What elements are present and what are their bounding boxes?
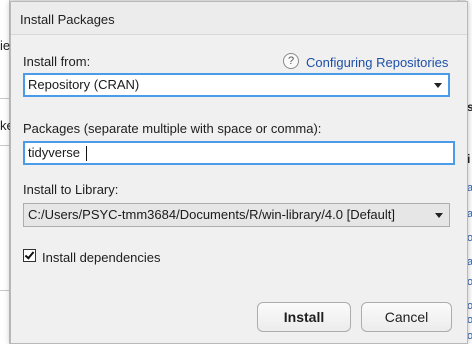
chevron-down-icon <box>434 83 442 88</box>
background-divider <box>0 290 10 291</box>
library-value: C:/Users/PSYC-tmm3684/Documents/R/win-li… <box>28 207 396 222</box>
library-select[interactable]: C:/Users/PSYC-tmm3684/Documents/R/win-li… <box>23 203 450 227</box>
install-from-label: Install from: <box>23 54 91 69</box>
dialog-titlebar[interactable]: Install Packages <box>11 2 467 35</box>
chevron-down-icon <box>435 213 443 218</box>
background-divider <box>0 98 10 99</box>
background-text-fragment: ie <box>0 38 11 53</box>
configuring-repositories-link[interactable]: Configuring Repositories <box>306 55 448 70</box>
install-dependencies-label[interactable]: Install dependencies <box>42 250 161 265</box>
install-packages-dialog: Install Packages Install from: ? Configu… <box>10 1 468 344</box>
help-icon[interactable]: ? <box>283 53 299 69</box>
install-button[interactable]: Install <box>257 302 351 332</box>
install-dependencies-checkbox[interactable] <box>23 249 36 262</box>
background-divider <box>0 145 10 146</box>
dialog-title: Install Packages <box>20 12 115 27</box>
packages-input-value: tidyverse <box>28 145 81 160</box>
packages-input[interactable]: tidyverse <box>23 141 455 165</box>
install-from-select[interactable]: Repository (CRAN) <box>23 73 450 97</box>
install-to-library-label: Install to Library: <box>23 182 119 197</box>
text-caret <box>85 146 87 162</box>
packages-label: Packages (separate multiple with space o… <box>23 121 322 136</box>
install-from-value: Repository (CRAN) <box>28 77 140 92</box>
checkmark-icon <box>24 249 35 260</box>
background-pane-left: ie ke <box>0 0 14 344</box>
cancel-button[interactable]: Cancel <box>361 302 452 332</box>
